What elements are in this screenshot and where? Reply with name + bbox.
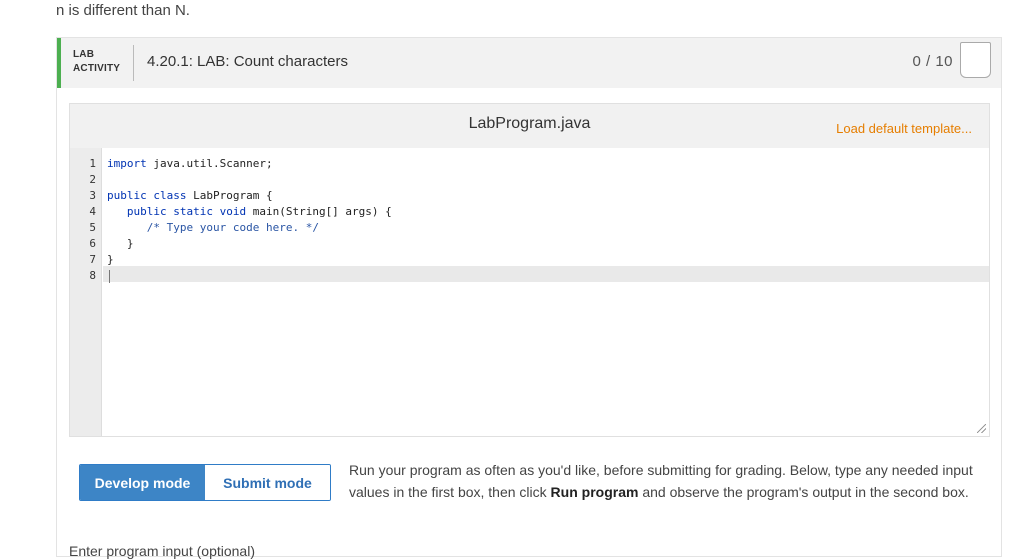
line-number-gutter: 1 2 3 4 5 6 7 8 bbox=[70, 148, 102, 436]
activity-tag-activity: ACTIVITY bbox=[73, 63, 121, 74]
code-line-8[interactable] bbox=[107, 268, 989, 284]
run-program-label: Run program bbox=[550, 483, 639, 500]
activity-header: LAB ACTIVITY 4.20.1: LAB: Count characte… bbox=[57, 38, 1001, 88]
program-input-label: Enter program input (optional) bbox=[69, 543, 255, 559]
editor-toolbar: LabProgram.java Load default template... bbox=[70, 104, 989, 148]
line-number: 5 bbox=[89, 221, 96, 234]
line-number: 3 bbox=[89, 189, 96, 202]
line-number: 8 bbox=[89, 269, 96, 282]
activity-tag: LAB ACTIVITY bbox=[73, 48, 120, 76]
run-instructions: Run your program as often as you'd like,… bbox=[349, 460, 995, 503]
code-line-7[interactable]: } bbox=[107, 252, 989, 268]
code-editor[interactable]: LabProgram.java Load default template...… bbox=[69, 103, 990, 437]
header-divider bbox=[133, 45, 134, 81]
line-number: 6 bbox=[89, 237, 96, 250]
completion-badge-icon bbox=[960, 42, 991, 78]
text-cursor bbox=[109, 269, 110, 283]
code-line-4[interactable]: public static void main(String[] args) { bbox=[107, 204, 989, 220]
resize-handle-icon[interactable] bbox=[977, 424, 986, 433]
code-line-1[interactable]: import java.util.Scanner; bbox=[107, 156, 989, 172]
code-line-6[interactable]: } bbox=[107, 236, 989, 252]
code-line-2[interactable] bbox=[107, 172, 989, 188]
instructions-part2: and observe the program's output in the … bbox=[638, 483, 969, 500]
activity-tag-lab: LAB bbox=[73, 49, 95, 60]
load-default-template-link[interactable]: Load default template... bbox=[836, 121, 972, 136]
line-number: 2 bbox=[89, 173, 96, 186]
line-number: 7 bbox=[89, 253, 96, 266]
code-line-3[interactable]: public class LabProgram { bbox=[107, 188, 989, 204]
develop-mode-button[interactable]: Develop mode bbox=[80, 465, 205, 500]
line-number: 1 bbox=[89, 157, 96, 170]
mode-toggle: Develop mode Submit mode bbox=[79, 464, 331, 501]
activity-score: 0 / 10 bbox=[912, 53, 953, 70]
activity-title: 4.20.1: LAB: Count characters bbox=[147, 53, 348, 70]
submit-mode-button[interactable]: Submit mode bbox=[205, 465, 330, 500]
code-line-5[interactable]: /* Type your code here. */ bbox=[107, 220, 989, 236]
line-number: 4 bbox=[89, 205, 96, 218]
intro-text: n is different than N. bbox=[56, 2, 190, 19]
lab-activity: LAB ACTIVITY 4.20.1: LAB: Count characte… bbox=[56, 37, 1002, 559]
